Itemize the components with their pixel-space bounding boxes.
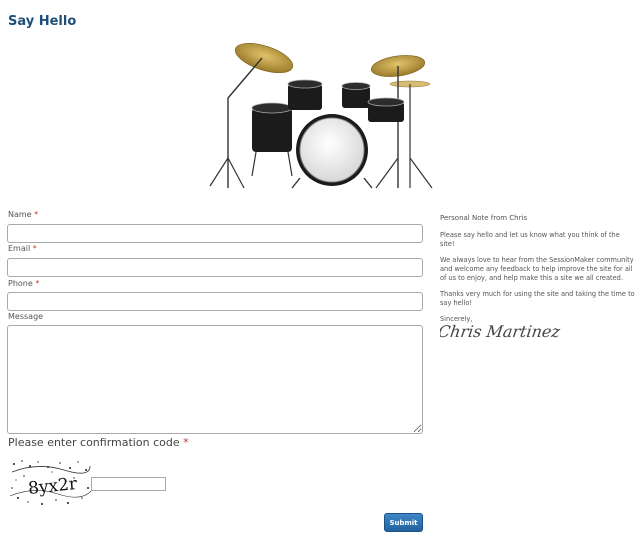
name-field[interactable]: [7, 224, 423, 243]
email-label: Email *: [8, 244, 37, 253]
svg-text:Chris Martinez: Chris Martinez: [440, 322, 562, 341]
message-label: Message: [8, 312, 44, 321]
page-title: Say Hello: [8, 14, 77, 29]
phone-label: Phone *: [8, 279, 40, 288]
note-paragraph: Please say hello and let us know what yo…: [440, 231, 620, 248]
personal-note: Personal Note from Chris Please say hell…: [440, 214, 636, 331]
signature-image: Chris Martinez: [440, 322, 562, 341]
note-paragraph: Thanks very much for using the site and …: [440, 290, 635, 307]
submit-button[interactable]: Submit: [384, 513, 423, 532]
captcha-image: 8yx2r: [9, 460, 92, 505]
phone-field[interactable]: [7, 292, 423, 311]
note-paragraph: We always love to hear from the SessionM…: [440, 256, 634, 282]
name-label: Name *: [8, 210, 39, 219]
email-field[interactable]: [7, 258, 423, 277]
message-field[interactable]: [7, 325, 423, 434]
drum-kit-image: [209, 42, 433, 189]
captcha-text: 8yx2r: [27, 474, 79, 499]
captcha-input[interactable]: [91, 477, 166, 491]
note-title: Personal Note from Chris: [440, 214, 528, 222]
confirmation-label: Please enter confirmation code *: [8, 436, 189, 449]
